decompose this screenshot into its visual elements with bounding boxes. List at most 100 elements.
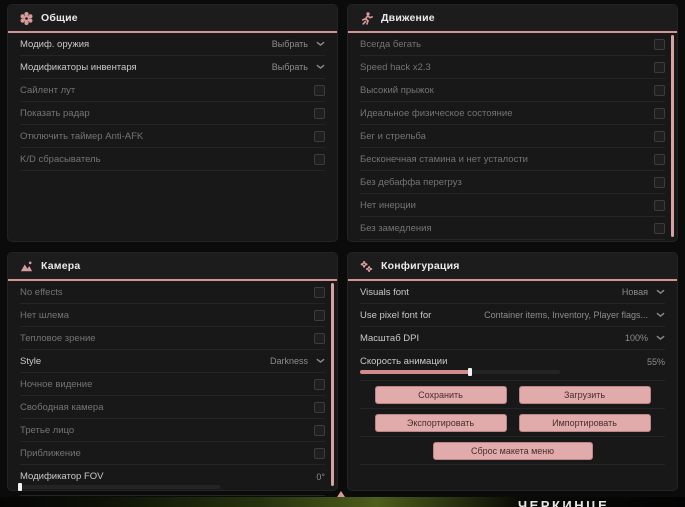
panel-camera: Камера No effects Нет шлема Тепловое зрени… [7,252,338,496]
setting-label: Style [20,355,42,367]
checkbox[interactable] [314,286,325,298]
dropdown-value: Выбрать [271,39,308,49]
checkbox[interactable] [654,61,665,73]
setting-label: Тепловое зрение [20,332,96,344]
panel-title: Движение [381,12,435,24]
flower-gear-icon [20,11,33,25]
setting-row-checkbox[interactable]: Отключить таймер Anti-AFK [20,125,325,148]
dropdown-value: Выбрать [271,62,308,72]
setting-label: Отключить таймер Anti-AFK [20,130,144,142]
dropdown-value: Container items, Inventory, Player flags… [484,310,648,320]
panel-configuration: Конфигурация Visuals font Новая Use pixel … [347,252,678,491]
settings-list: Всегда бегать Speed hack x2.3 Высокий прыж… [348,33,677,240]
setting-row-dropdown: Style Darkness [20,350,325,373]
setting-row-checkbox[interactable]: Тепловое зрение [20,327,325,350]
reset-menu-layout-button[interactable]: Сброс макета меню [432,441,593,460]
setting-label: Модификаторы инвентаря [20,61,137,73]
checkbox[interactable] [314,153,325,165]
checkbox[interactable] [654,153,665,165]
checkbox[interactable] [654,84,665,96]
panel-header[interactable]: Общие [8,5,337,33]
dropdown[interactable]: Новая [622,287,665,297]
runner-icon [360,11,373,25]
setting-label: Свободная камера [20,401,104,413]
panel-title: Конфигурация [381,260,460,272]
setting-label: Нет инерции [360,199,416,211]
chevron-down-icon [316,358,325,364]
button-row: Экспортировать Импортировать [360,409,665,437]
slider[interactable] [360,368,560,376]
setting-row-checkbox[interactable]: K/D сбрасыватель [20,148,325,171]
checkbox[interactable] [654,199,665,211]
checkbox[interactable] [314,309,325,321]
setting-row-checkbox[interactable]: Ночное видение [20,373,325,396]
setting-row-checkbox[interactable]: Высокий прыжок [360,79,665,102]
settings-list: Модиф. оружия Выбрать Модификаторы инвента… [8,33,337,171]
setting-row-checkbox[interactable]: Speed hack x2.3 [360,56,665,79]
panel-header[interactable]: Камера [8,253,337,281]
setting-row-checkbox[interactable]: Без замедления [360,217,665,240]
checkbox[interactable] [654,38,665,50]
setting-row-checkbox[interactable]: Свободная камера [20,396,325,419]
setting-row-checkbox[interactable]: Сайлент лут [20,79,325,102]
panel-movement: Движение Всегда бегать Speed hack x2.3 Выс… [347,4,678,242]
load-button[interactable]: Загрузить [518,385,651,404]
checkbox[interactable] [314,378,325,390]
setting-row-checkbox[interactable]: Бесконечная стамина и нет усталости [360,148,665,171]
checkbox[interactable] [314,130,325,142]
location-text: ЧЕРКИНЦЕ [518,498,610,507]
expand-up-arrow-icon[interactable] [337,491,345,497]
import-button[interactable]: Импортировать [518,413,651,432]
setting-label: Модификатор FOV [20,471,104,482]
checkbox[interactable] [654,130,665,142]
setting-label: Всегда бегать [360,38,422,50]
setting-row-checkbox[interactable]: Нет инерции [360,194,665,217]
setting-label: Без замедления [360,222,432,234]
scrollbar[interactable] [331,283,334,486]
setting-row-checkbox[interactable]: Показать радар [20,102,325,125]
setting-label: K/D сбрасыватель [20,153,101,165]
checkbox[interactable] [654,107,665,119]
save-button[interactable]: Сохранить [374,385,507,404]
setting-label: Сайлент лут [20,84,76,96]
dropdown[interactable]: Container items, Inventory, Player flags… [484,310,665,320]
setting-row-checkbox[interactable]: Всегда бегать [360,33,665,56]
setting-row-dropdown: Масштаб DPI 100% [360,327,665,350]
dropdown[interactable]: Darkness [270,356,325,366]
checkbox[interactable] [314,107,325,119]
slider-value: 0° [316,471,325,482]
setting-row-checkbox[interactable]: Бег и стрельба [360,125,665,148]
setting-row-checkbox[interactable]: Идеальное физическое состояние [360,102,665,125]
checkbox[interactable] [314,84,325,96]
checkbox[interactable] [654,176,665,188]
dropdown[interactable]: Выбрать [272,39,325,49]
dropdown[interactable]: 100% [625,333,665,343]
panel-header[interactable]: Конфигурация [348,253,677,281]
checkbox[interactable] [314,401,325,413]
panel-title: Общие [41,12,78,24]
setting-row-checkbox[interactable]: Приближение [20,442,325,465]
game-background: ЧЕРКИНЦЕ [0,497,685,507]
setting-row-checkbox[interactable]: Нет шлема [20,304,325,327]
scrollbar[interactable] [671,35,674,237]
setting-label: Visuals font [360,286,409,298]
checkbox[interactable] [314,424,325,436]
setting-row-checkbox[interactable]: No effects [20,281,325,304]
button-row: Сброс макета меню [360,437,665,465]
panel-header[interactable]: Движение [348,5,677,33]
gears-icon [360,260,373,273]
slider[interactable] [18,483,220,491]
chevron-down-icon [656,335,665,341]
setting-label: Приближение [20,447,81,459]
image-mountain-icon [20,260,33,273]
chevron-down-icon [316,64,325,70]
setting-label: Speed hack x2.3 [360,61,431,73]
checkbox[interactable] [654,222,665,234]
setting-row-checkbox[interactable]: Без дебаффа перегруз [360,171,665,194]
export-button[interactable]: Экспортировать [374,413,507,432]
checkbox[interactable] [314,447,325,459]
setting-label: Высокий прыжок [360,84,434,96]
checkbox[interactable] [314,332,325,344]
dropdown[interactable]: Выбрать [272,62,325,72]
setting-row-checkbox[interactable]: Третье лицо [20,419,325,442]
